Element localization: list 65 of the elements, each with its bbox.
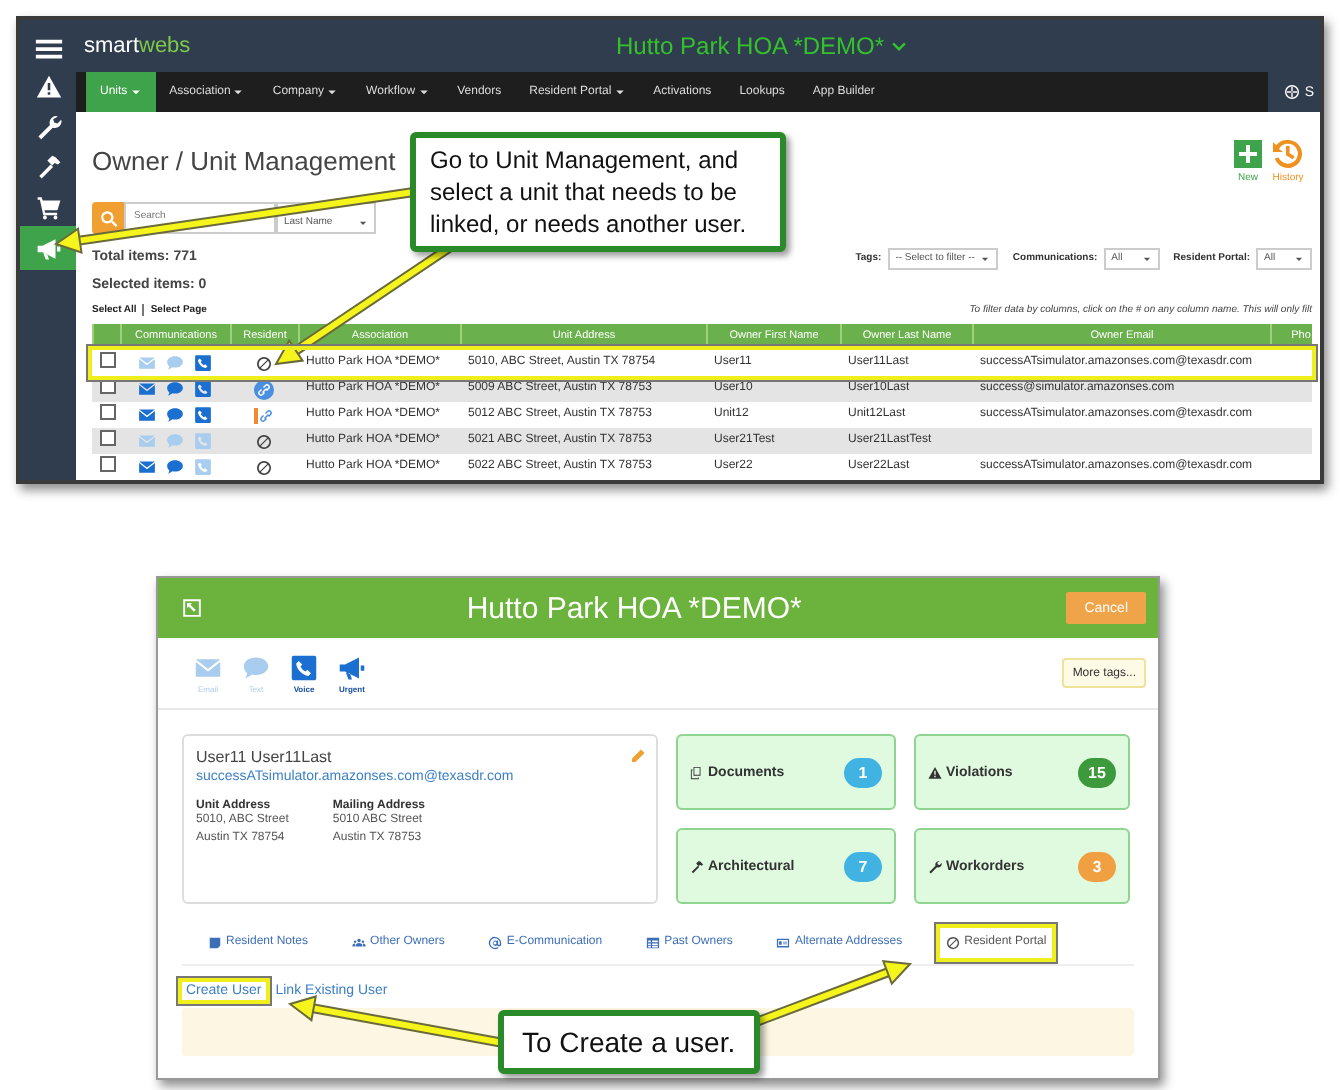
row-checkbox[interactable] bbox=[100, 352, 116, 369]
envelope-icon bbox=[138, 458, 156, 476]
at-icon bbox=[488, 935, 503, 949]
megaphone-icon bbox=[338, 653, 366, 681]
wrench-icon bbox=[35, 113, 61, 139]
search-button[interactable] bbox=[92, 202, 124, 234]
note-icon bbox=[208, 935, 222, 949]
expand-icon[interactable] bbox=[182, 598, 202, 618]
warning-icon bbox=[35, 73, 61, 99]
ban-icon bbox=[256, 355, 272, 371]
phone-icon bbox=[290, 653, 318, 681]
phone-icon bbox=[194, 432, 212, 450]
phone-icon bbox=[194, 458, 212, 476]
owner-name: User11 User11Last bbox=[196, 748, 332, 766]
caret-icon bbox=[1141, 253, 1152, 263]
caret-icon bbox=[232, 86, 245, 98]
search-icon bbox=[99, 209, 117, 227]
warning-icon bbox=[928, 765, 942, 779]
envelope-icon bbox=[138, 354, 156, 372]
caret-icon bbox=[358, 218, 368, 228]
count-badge: 7 bbox=[844, 851, 882, 881]
caret-icon bbox=[613, 86, 626, 98]
globe-icon[interactable] bbox=[1284, 84, 1301, 100]
ban-icon bbox=[256, 433, 272, 449]
logo: smartwebs bbox=[84, 34, 191, 58]
sidebar-item[interactable] bbox=[20, 226, 76, 270]
caret-icon bbox=[1294, 253, 1304, 263]
phone-icon bbox=[194, 354, 212, 372]
plus-icon bbox=[1232, 137, 1264, 169]
table-icon bbox=[646, 935, 661, 949]
envelope-icon bbox=[194, 653, 222, 681]
envelope-icon bbox=[138, 432, 156, 450]
row-checkbox[interactable] bbox=[100, 404, 116, 421]
hammer-icon bbox=[35, 153, 61, 179]
row-checkbox[interactable] bbox=[100, 430, 116, 447]
association-switcher[interactable]: Hutto Park HOA *DEMO* bbox=[616, 32, 909, 60]
count-badge: 1 bbox=[844, 757, 882, 787]
copy-icon bbox=[690, 765, 704, 779]
link-icon bbox=[258, 407, 274, 423]
count-badge: 15 bbox=[1078, 757, 1116, 787]
chat-icon bbox=[242, 653, 270, 681]
ban-icon bbox=[946, 935, 961, 949]
caret-icon bbox=[980, 253, 991, 263]
envelope-icon bbox=[138, 380, 156, 398]
caret-icon bbox=[129, 86, 142, 98]
caret-icon bbox=[326, 86, 339, 98]
link-icon bbox=[256, 381, 272, 397]
megaphone-icon bbox=[35, 235, 61, 261]
wrench-icon bbox=[928, 859, 942, 873]
cart-icon bbox=[35, 193, 61, 219]
caret-icon bbox=[417, 86, 430, 98]
card-icon bbox=[776, 935, 791, 949]
envelope-icon bbox=[138, 406, 156, 424]
callout: To Create a user. bbox=[498, 1010, 760, 1074]
dialog-title: Hutto Park HOA *DEMO* bbox=[464, 591, 804, 625]
phone-icon bbox=[194, 406, 212, 424]
users-icon bbox=[352, 935, 367, 949]
chevron-icon bbox=[890, 37, 909, 55]
history-icon bbox=[1272, 137, 1304, 169]
hammer-icon bbox=[690, 859, 704, 873]
count-badge: 3 bbox=[1078, 851, 1116, 881]
ban-icon bbox=[256, 459, 272, 475]
callout: Go to Unit Management, and select a unit that needs to be linked, or needs another user. bbox=[410, 132, 786, 252]
page-title: Owner / Unit Management bbox=[92, 145, 396, 175]
row-checkbox[interactable] bbox=[100, 456, 116, 473]
